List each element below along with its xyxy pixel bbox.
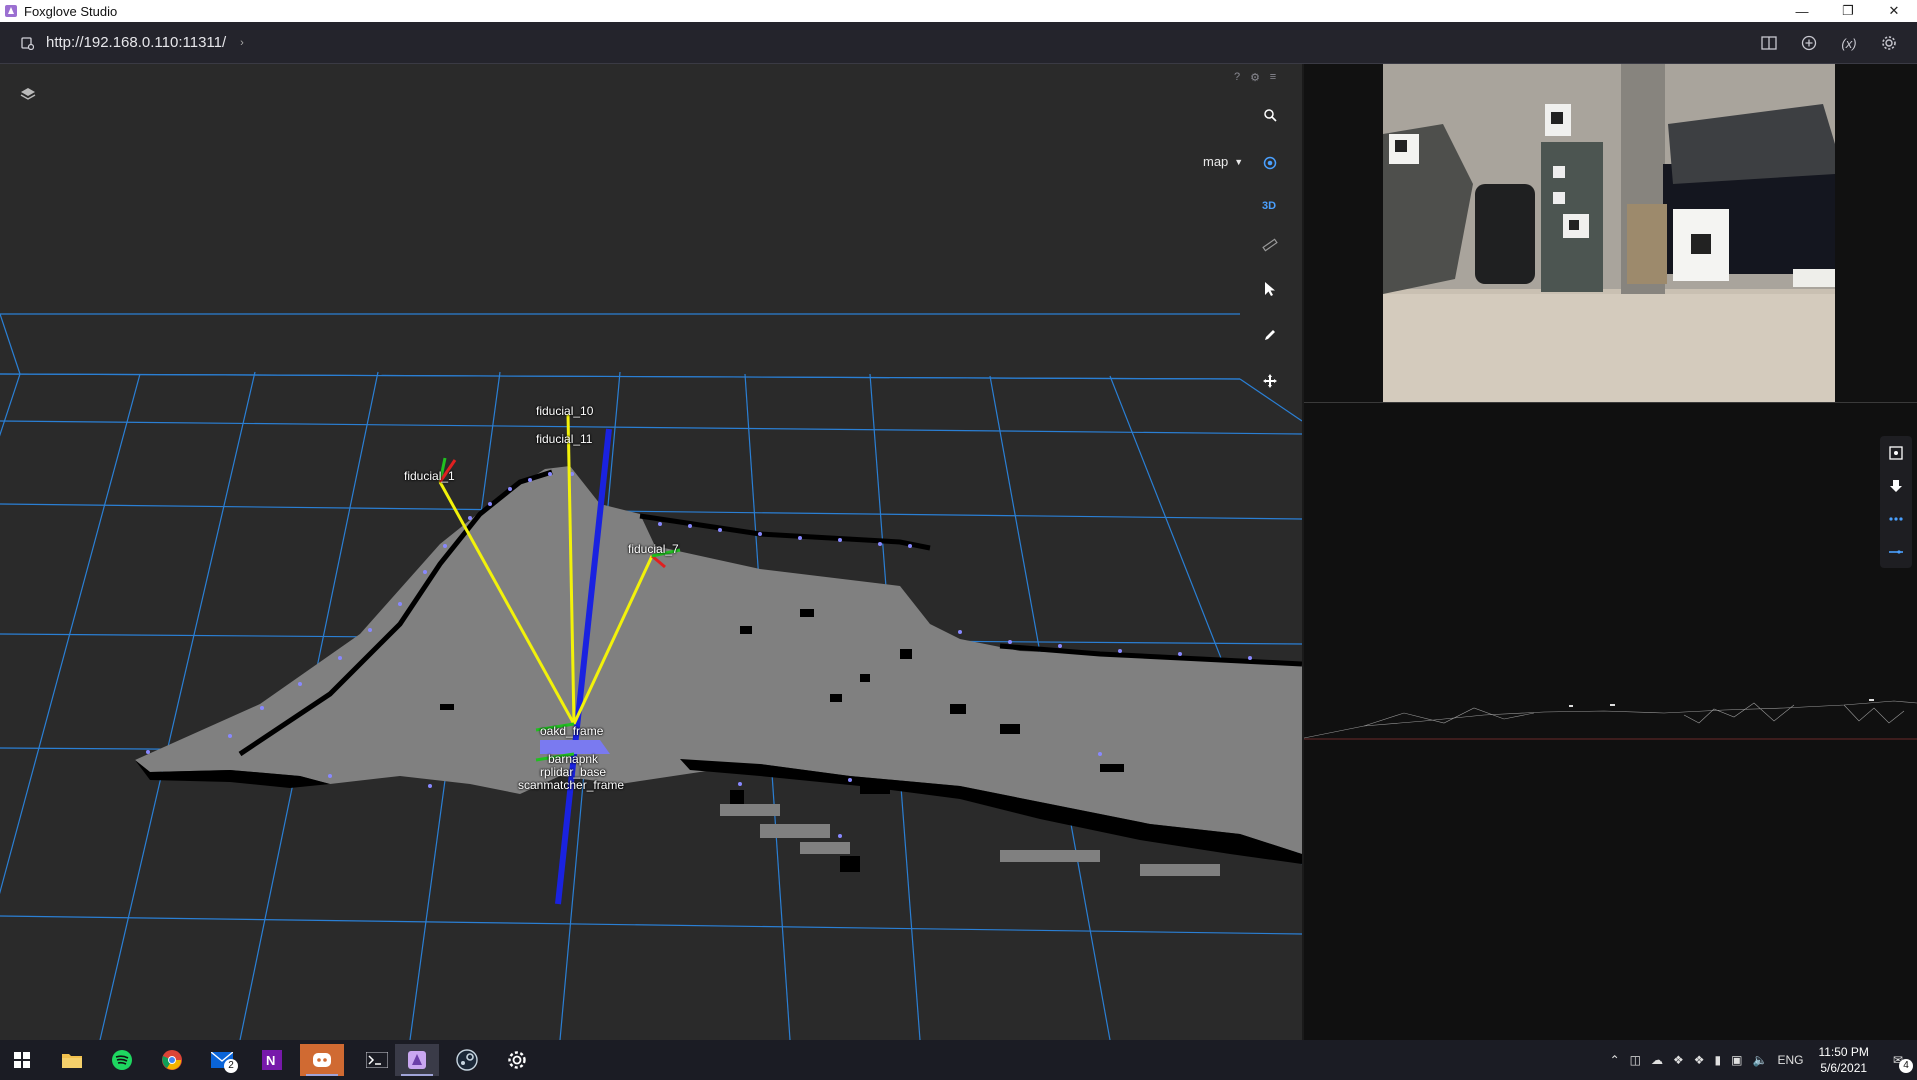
3d-scene-panel[interactable]: ? ⚙ ≡ map ▼ 3D fiducial_10 fiducial_11 f… <box>0 64 1302 1040</box>
search-icon[interactable] <box>1253 98 1287 132</box>
file-explorer-icon[interactable] <box>50 1044 94 1076</box>
label-barnapnk: barnapnk <box>548 752 599 766</box>
label-scanmatcher-frame: scanmatcher_frame <box>518 778 625 792</box>
clock[interactable]: 11:50 PM 5/6/2021 <box>1808 1044 1878 1076</box>
app-toolbar: http://192.168.0.110:11311/ › (x) <box>0 22 1917 64</box>
frame-selector-value: map <box>1203 154 1229 169</box>
follow-target-icon[interactable] <box>1253 146 1287 180</box>
restore-button[interactable]: ❐ <box>1825 0 1871 22</box>
windows-taskbar: 2 N ⌃ ◫ ☁ ❖ ❖ ▮ ▣ 🔈 ENG 11:50 PM 5/6/202… <box>0 1040 1917 1080</box>
window-title: Foxglove Studio <box>24 3 118 19</box>
window-controls: — ❐ ✕ <box>1779 0 1917 22</box>
3d-mode-toggle[interactable]: 3D <box>1262 200 1276 212</box>
label-rplidar-base: rplidar_base <box>540 765 607 779</box>
select-cursor-icon[interactable] <box>1253 272 1287 306</box>
connection-chevron-icon[interactable]: › <box>240 37 244 49</box>
close-button[interactable]: ✕ <box>1871 0 1917 22</box>
volume-icon[interactable]: 🔈 <box>1747 1053 1772 1067</box>
chrome-icon[interactable] <box>150 1044 194 1076</box>
window-titlebar: Foxglove Studio — ❐ ✕ <box>0 0 1917 22</box>
clock-date: 5/6/2021 <box>1820 1061 1868 1075</box>
plot-canvas <box>1303 699 1917 740</box>
svg-text:N: N <box>266 1053 275 1068</box>
mail-badge: 2 <box>224 1059 238 1073</box>
settings-gear-icon[interactable] <box>1869 31 1909 55</box>
settings-icon[interactable] <box>495 1044 539 1076</box>
layers-icon[interactable] <box>16 82 40 106</box>
network-icon[interactable]: ▣ <box>1726 1053 1747 1067</box>
dropbox-icon[interactable]: ❖ <box>1668 1053 1689 1067</box>
3d-plot-panel[interactable] <box>1303 403 1917 1040</box>
layout-icon[interactable] <box>1749 31 1789 55</box>
connection-source[interactable]: http://192.168.0.110:11311/ › <box>20 34 244 51</box>
onenote-icon[interactable]: N <box>250 1044 294 1076</box>
foxglove-taskbar-icon[interactable] <box>395 1044 439 1076</box>
data-source-icon <box>21 36 34 50</box>
clock-time: 11:50 PM <box>1818 1045 1869 1059</box>
dropbox-secondary-icon[interactable]: ❖ <box>1689 1053 1710 1067</box>
notifications-icon[interactable]: ✉ 4 <box>1879 1053 1917 1073</box>
connection-url: http://192.168.0.110:11311/ <box>46 34 227 51</box>
plot-toolbar <box>1880 436 1912 568</box>
toolbar-actions: (x) <box>1749 31 1909 55</box>
label-fiducial-1: fiducial_1 <box>404 469 455 483</box>
camera-image <box>1383 64 1835 402</box>
line-mode-icon[interactable] <box>1880 535 1912 568</box>
input-language[interactable]: ENG <box>1772 1053 1808 1067</box>
dotted-line-icon[interactable] <box>1880 502 1912 535</box>
label-oakd-frame: oakd_frame <box>540 724 604 738</box>
system-tray: ⌃ ◫ ☁ ❖ ❖ ▮ ▣ 🔈 ENG 11:50 PM 5/6/2021 ✉ … <box>1605 1040 1917 1080</box>
label-fiducial-11: fiducial_11 <box>536 432 593 446</box>
fit-view-icon[interactable] <box>1880 436 1912 469</box>
frame-selector[interactable]: map ▼ <box>1203 154 1243 169</box>
notification-badge: 4 <box>1899 1059 1913 1073</box>
terminal-icon[interactable] <box>355 1044 399 1076</box>
windows-logo-icon[interactable] <box>0 1044 44 1076</box>
panel-menu-icon[interactable]: ≡ <box>1266 70 1280 84</box>
label-fiducial-7: fiducial_7 <box>628 542 679 556</box>
mail-icon[interactable]: 2 <box>200 1044 244 1076</box>
caret-down-icon: ▼ <box>1234 156 1244 167</box>
help-icon[interactable]: ? <box>1230 70 1244 84</box>
foxglove-app-icon <box>5 5 17 17</box>
spotify-icon[interactable] <box>100 1044 144 1076</box>
battery-icon[interactable]: ▮ <box>1710 1053 1727 1067</box>
onedrive-icon[interactable]: ☁ <box>1646 1053 1668 1067</box>
variables-icon[interactable]: (x) <box>1829 31 1869 55</box>
pencil-icon[interactable] <box>1253 318 1287 352</box>
panel-settings-icon[interactable]: ⚙ <box>1248 70 1262 84</box>
ruler-icon[interactable] <box>1253 228 1287 262</box>
minimize-button[interactable]: — <box>1779 0 1825 22</box>
add-panel-icon[interactable] <box>1789 31 1829 55</box>
discord-icon[interactable] <box>300 1044 344 1076</box>
panel-header-controls: ? ⚙ ≡ <box>1230 70 1280 84</box>
move-icon[interactable] <box>1253 364 1287 398</box>
camera-image-panel[interactable] <box>1383 64 1835 402</box>
tray-chevron-up-icon[interactable]: ⌃ <box>1605 1053 1625 1067</box>
tray-device-icon[interactable]: ◫ <box>1625 1053 1646 1067</box>
label-fiducial-10: fiducial_10 <box>536 404 594 418</box>
download-icon[interactable] <box>1880 469 1912 502</box>
steam-icon[interactable] <box>445 1044 489 1076</box>
